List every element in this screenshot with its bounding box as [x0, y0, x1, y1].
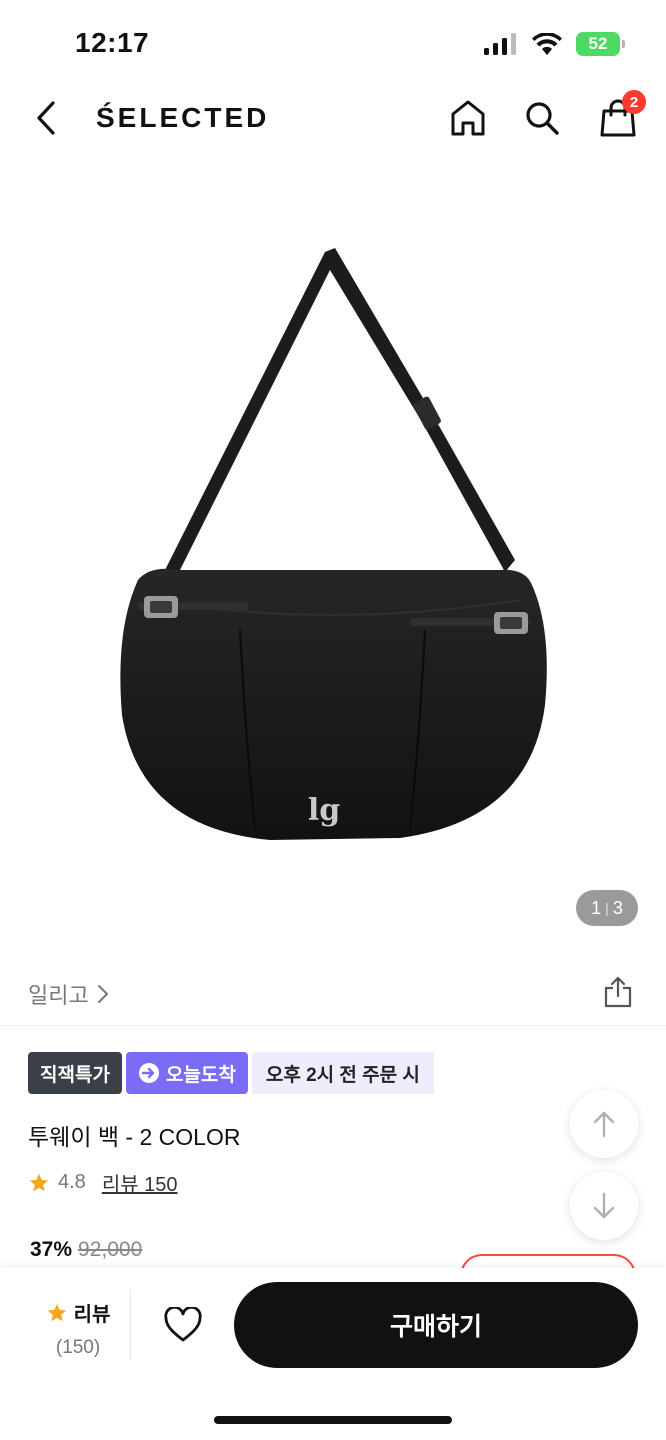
status-icons: 52	[484, 32, 625, 56]
arrow-down-icon	[593, 1192, 615, 1219]
product-photo: lg	[120, 248, 547, 840]
bottom-review-label: 리뷰	[73, 1304, 111, 1326]
product-title: 투웨이 백 - 2 COLOR	[28, 1124, 241, 1150]
home-button[interactable]	[446, 96, 490, 140]
today-delivery-label: 오늘도착	[165, 1064, 236, 1086]
heart-icon	[164, 1307, 202, 1342]
delivery-badges: 직잭특가 오늘도착 오후 2시 전 주문 시	[28, 1052, 434, 1094]
chevron-left-icon	[37, 101, 55, 135]
share-button[interactable]	[600, 974, 636, 1010]
bottom-review-count: (150)	[55, 1337, 101, 1358]
scroll-top-button[interactable]	[570, 1090, 638, 1158]
buy-button[interactable]: 구매하기	[234, 1282, 638, 1368]
brand-link[interactable]: 일리고	[28, 978, 109, 1010]
image-pager: 1 | 3	[576, 890, 638, 926]
star-icon	[47, 1303, 66, 1321]
brand-name: 일리고	[28, 983, 89, 1008]
wifi-icon	[532, 33, 562, 55]
wishlist-button[interactable]	[160, 1302, 206, 1348]
price-row: 37% 92,000	[30, 1238, 142, 1262]
rating-value: 4.8	[58, 1171, 86, 1193]
discount-rate: 37%	[30, 1238, 73, 1261]
today-delivery-badge: 오늘도착	[125, 1052, 248, 1094]
star-icon	[29, 1173, 49, 1191]
back-button[interactable]	[26, 96, 66, 140]
status-time: 12:17	[75, 27, 150, 58]
original-price: 92,000	[78, 1238, 143, 1261]
search-icon	[526, 102, 559, 135]
brand-logo[interactable]: ŚELECTED	[96, 102, 269, 134]
scroll-bottom-button[interactable]	[570, 1172, 638, 1240]
cellular-signal-icon	[484, 33, 516, 55]
search-button[interactable]	[520, 96, 564, 140]
image-current: 1	[591, 897, 602, 918]
cart-button[interactable]: 2	[596, 90, 646, 140]
bottom-review-summary[interactable]: 리뷰 (150)	[28, 1298, 128, 1359]
order-cutoff-badge: 오후 2시 전 주문 시	[251, 1052, 434, 1094]
image-total: 3	[612, 897, 623, 918]
divider	[130, 1290, 131, 1360]
bottom-review-label-row: 리뷰	[28, 1298, 128, 1327]
bottom-action-bar: 리뷰 (150) 구매하기	[0, 1268, 666, 1440]
pager-separator: |	[605, 900, 609, 916]
chevron-right-icon	[97, 985, 108, 1003]
product-image[interactable]: lg	[0, 160, 666, 950]
cart-count-badge: 2	[622, 90, 646, 114]
arrow-up-icon	[593, 1111, 615, 1138]
review-link[interactable]: 리뷰 150	[102, 1168, 178, 1197]
battery-icon: 52	[576, 32, 625, 56]
brand-row: 일리고	[0, 960, 666, 1026]
status-bar: 12:17 52	[0, 0, 666, 90]
top-navigation: ŚELECTED 2	[0, 82, 666, 154]
home-icon	[451, 100, 485, 136]
svg-text:lg: lg	[308, 793, 340, 828]
direct-deal-badge: 직잭특가	[28, 1052, 122, 1094]
arrival-arrow-icon	[138, 1063, 159, 1083]
rating-row: 4.8 리뷰 150	[28, 1168, 178, 1197]
share-icon	[604, 976, 632, 1008]
home-indicator	[214, 1416, 452, 1424]
battery-level: 52	[588, 34, 608, 53]
